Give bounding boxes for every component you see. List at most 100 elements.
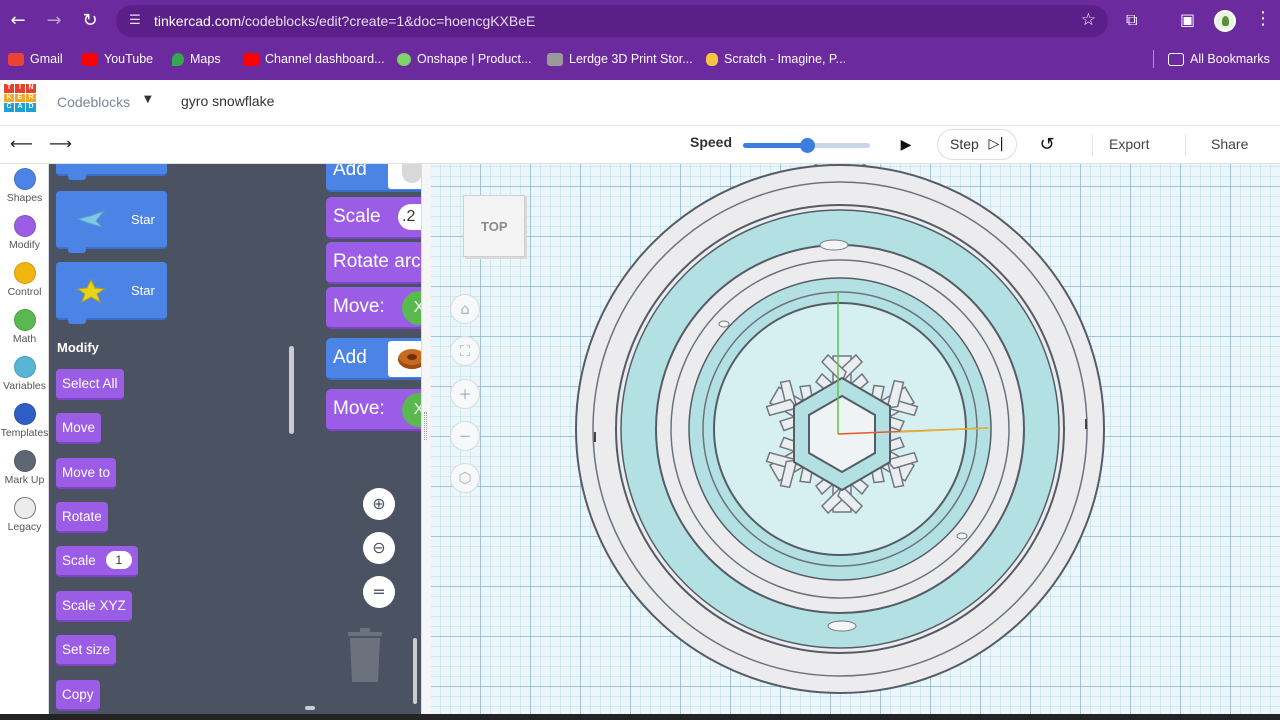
block-label: Add bbox=[333, 347, 367, 368]
category-shapes[interactable]: Shapes bbox=[0, 168, 49, 204]
zoom-out-view-icon[interactable]: − bbox=[450, 421, 480, 451]
palette-block-set-size[interactable]: Set size bbox=[56, 635, 117, 666]
bookmark-youtube[interactable]: YouTube bbox=[82, 50, 153, 68]
profile-avatar[interactable] bbox=[1214, 10, 1236, 32]
reset-icon[interactable]: ↺ bbox=[1032, 130, 1062, 160]
category-variables[interactable]: Variables bbox=[0, 356, 49, 392]
view-cube[interactable]: TOP bbox=[463, 195, 525, 257]
reload-icon[interactable]: ↻ bbox=[78, 9, 102, 33]
bookmark-onshape[interactable]: Onshape | Product... bbox=[397, 50, 531, 68]
script-block-add[interactable]: Add bbox=[326, 338, 422, 380]
gmail-icon bbox=[8, 52, 24, 66]
forward-icon[interactable]: → bbox=[42, 9, 66, 33]
category-label: Control bbox=[7, 286, 42, 298]
palette-block-rotate[interactable]: Rotate bbox=[56, 502, 108, 533]
3d-viewport[interactable] bbox=[422, 164, 1280, 714]
palette-block-copy[interactable]: Copy bbox=[56, 680, 100, 711]
category-markup[interactable]: Mark Up bbox=[0, 450, 49, 486]
palette-block-star[interactable]: Star bbox=[56, 262, 167, 324]
speed-label: Speed bbox=[690, 134, 733, 150]
palette-block-shape[interactable] bbox=[56, 164, 167, 180]
palette-block-move-to[interactable]: Move to bbox=[56, 458, 117, 489]
step-label: Step bbox=[950, 136, 979, 152]
category-modify[interactable]: Modify bbox=[0, 215, 49, 251]
script-block-move[interactable]: Move: X bbox=[326, 287, 422, 329]
bookmark-lerdge[interactable]: Lerdge 3D Print Stor... bbox=[547, 50, 693, 68]
markup-category-icon bbox=[13, 450, 36, 472]
script-block-move[interactable]: Move: X bbox=[326, 389, 422, 431]
url-text[interactable]: tinkercad.com/codeblocks/edit?create=1&d… bbox=[154, 13, 535, 29]
scale-input[interactable]: .2 bbox=[398, 204, 422, 230]
script-block-rotate[interactable]: Rotate arc bbox=[326, 242, 422, 284]
extensions-icon[interactable]: ⧉ bbox=[1126, 10, 1137, 30]
palette-block-select-all[interactable]: Select All bbox=[56, 369, 124, 400]
workspace-scrollbar[interactable] bbox=[413, 638, 417, 704]
zoom-in-icon[interactable]: ⊕ bbox=[363, 488, 395, 520]
modify-category-icon bbox=[13, 215, 36, 237]
category-templates[interactable]: Templates bbox=[0, 403, 49, 439]
category-math[interactable]: Math bbox=[0, 309, 49, 345]
x-value-input[interactable]: X bbox=[402, 393, 422, 427]
chevron-down-icon[interactable]: ▼ bbox=[144, 94, 152, 105]
block-label: Star bbox=[131, 283, 155, 298]
speed-slider[interactable] bbox=[743, 138, 870, 153]
side-panel-icon[interactable]: ▣ bbox=[1180, 10, 1195, 29]
templates-category-icon bbox=[13, 403, 36, 425]
share-button[interactable]: Share bbox=[1211, 136, 1248, 152]
speed-slider-handle[interactable] bbox=[799, 138, 815, 153]
address-bar[interactable]: ☰ tinkercad.com/codeblocks/edit?create=1… bbox=[116, 5, 1108, 37]
step-button[interactable]: Step ▷| bbox=[937, 129, 1017, 160]
resize-grip[interactable] bbox=[424, 412, 427, 440]
script-workspace[interactable]: Add Scale .2 Rotate arc Move: X Add Move: X… bbox=[300, 164, 422, 714]
palette-block-move[interactable]: Move bbox=[56, 413, 102, 444]
palette-block-star[interactable]: Star bbox=[56, 191, 167, 253]
trash-icon[interactable] bbox=[346, 628, 384, 684]
logo-letter: K bbox=[4, 93, 14, 102]
perspective-view-icon[interactable]: ⬡ bbox=[450, 463, 480, 493]
bookmark-scratch[interactable]: Scratch - Imagine, P... bbox=[706, 50, 846, 68]
play-button[interactable]: ▶ bbox=[890, 131, 922, 159]
home-view-icon[interactable]: ⌂ bbox=[450, 294, 480, 324]
project-name[interactable]: gyro snowflake bbox=[181, 93, 274, 109]
mode-dropdown-label[interactable]: Codeblocks bbox=[57, 94, 130, 110]
script-block-scale[interactable]: Scale .2 bbox=[326, 197, 422, 239]
bookmark-maps[interactable]: Maps bbox=[172, 50, 221, 68]
redo-icon[interactable]: ⟶ bbox=[49, 134, 72, 153]
export-button[interactable]: Export bbox=[1109, 136, 1149, 152]
x-value-input[interactable]: X bbox=[402, 291, 422, 325]
all-bookmarks[interactable]: All Bookmarks bbox=[1168, 50, 1270, 68]
palette-block-scale[interactable]: Scale 1 bbox=[56, 546, 138, 577]
script-block-add[interactable]: Add bbox=[326, 164, 422, 192]
palette-block-scale-xyz[interactable]: Scale XYZ bbox=[56, 591, 132, 622]
undo-icon[interactable]: ⟵ bbox=[10, 134, 33, 153]
zoom-out-icon[interactable]: ⊖ bbox=[363, 532, 395, 564]
category-legacy[interactable]: Legacy bbox=[0, 497, 49, 533]
bookmarks-bar: Gmail YouTube Maps Channel dashboard... … bbox=[0, 42, 1280, 76]
bookmark-label: YouTube bbox=[104, 52, 154, 66]
maps-icon bbox=[172, 52, 184, 66]
browser-menu-icon[interactable]: ⋮ bbox=[1254, 8, 1272, 29]
workspace-horizontal-scrollbar[interactable] bbox=[305, 706, 315, 710]
reset-zoom-icon[interactable]: = bbox=[363, 576, 395, 608]
bookmarks-separator bbox=[1153, 50, 1154, 68]
category-control[interactable]: Control bbox=[0, 262, 49, 298]
palette-section-title: Modify bbox=[57, 340, 99, 355]
scale-value-input[interactable]: 1 bbox=[105, 551, 132, 569]
bookmark-channel-dashboard[interactable]: Channel dashboard... bbox=[243, 50, 385, 68]
logo-letter: D bbox=[26, 103, 36, 112]
toolbar-divider bbox=[1185, 134, 1186, 156]
palette-scrollbar[interactable] bbox=[289, 346, 294, 434]
bookmark-star-icon[interactable]: ☆ bbox=[1081, 10, 1096, 30]
logo-letter: C bbox=[4, 103, 14, 112]
category-label: Math bbox=[12, 333, 37, 345]
bookmark-gmail[interactable]: Gmail bbox=[8, 50, 63, 68]
site-settings-icon[interactable]: ☰ bbox=[126, 12, 144, 30]
shapes-category-icon bbox=[13, 168, 36, 190]
fit-view-icon[interactable]: ⛶ bbox=[450, 336, 480, 366]
bookmark-label: Maps bbox=[190, 52, 221, 66]
category-label: Legacy bbox=[7, 521, 42, 533]
back-icon[interactable]: ← bbox=[6, 9, 30, 33]
tinkercad-logo[interactable]: T I N K E R C A D bbox=[4, 84, 36, 120]
zoom-in-view-icon[interactable]: + bbox=[450, 379, 480, 409]
scratch-icon bbox=[706, 52, 718, 66]
